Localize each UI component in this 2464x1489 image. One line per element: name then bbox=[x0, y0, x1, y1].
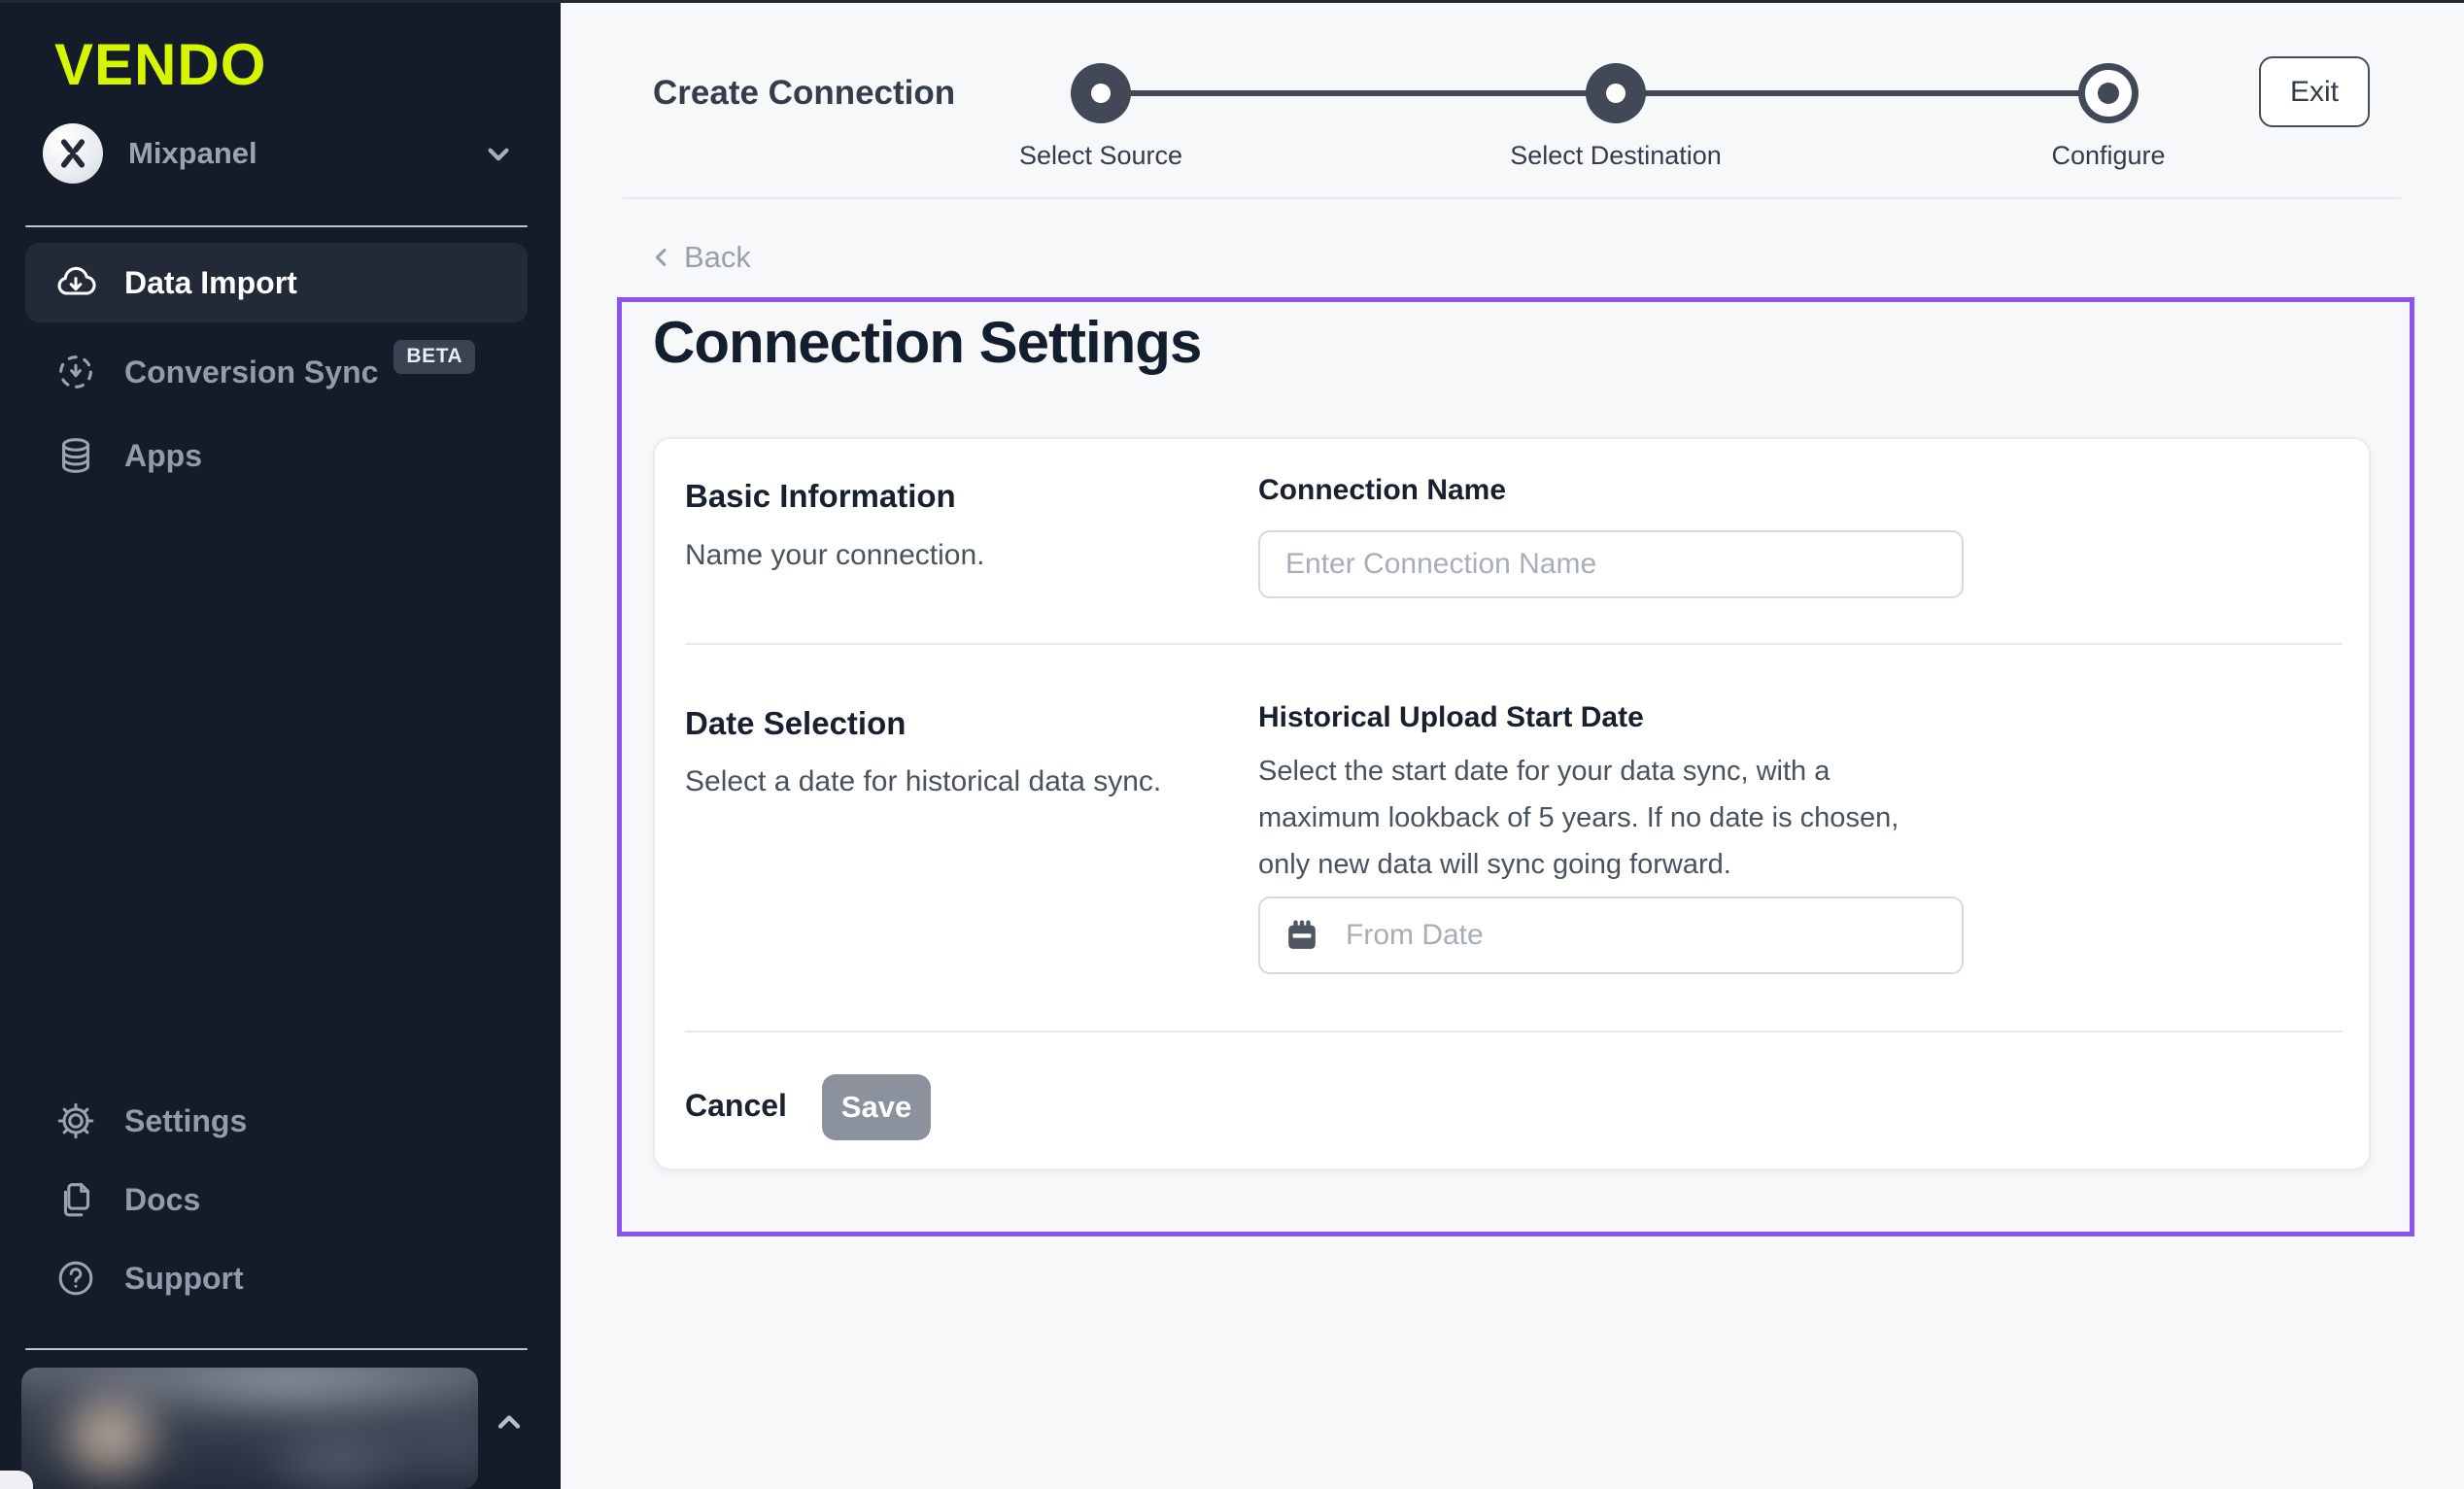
sidebar-item-label: Support bbox=[124, 1261, 244, 1297]
exit-button[interactable]: Exit bbox=[2259, 56, 2370, 127]
blurred-user-info bbox=[21, 1368, 478, 1489]
save-button[interactable]: Save bbox=[822, 1074, 931, 1140]
sidebar-divider bbox=[25, 225, 528, 227]
sidebar-item-label: Conversion Sync bbox=[124, 355, 378, 390]
page-title: Create Connection bbox=[653, 74, 955, 113]
vendo-logo: VENDO bbox=[54, 31, 266, 98]
start-date-label: Historical Upload Start Date bbox=[1258, 701, 1644, 734]
header-divider bbox=[623, 197, 2401, 199]
sidebar-item-label: Apps bbox=[124, 438, 202, 474]
from-date-field bbox=[1258, 897, 1964, 974]
docs-icon bbox=[53, 1177, 98, 1222]
sidebar-item-support[interactable]: Support bbox=[25, 1238, 528, 1318]
database-icon bbox=[53, 433, 98, 478]
workspace-switcher[interactable]: Mixpanel bbox=[43, 123, 519, 184]
cloud-download-icon bbox=[53, 260, 98, 305]
step-label-select-source: Select Source bbox=[1019, 141, 1182, 171]
back-link[interactable]: Back bbox=[649, 240, 751, 275]
chevron-left-icon bbox=[649, 245, 674, 270]
chevron-down-icon bbox=[480, 136, 517, 178]
sidebar-item-label: Settings bbox=[124, 1103, 247, 1139]
basic-info-heading: Basic Information bbox=[685, 478, 956, 515]
section-divider bbox=[685, 1031, 2343, 1032]
sidebar: VENDO Mixpanel bbox=[0, 0, 561, 1489]
connection-name-input[interactable] bbox=[1258, 530, 1964, 598]
step-label-select-destination: Select Destination bbox=[1510, 141, 1722, 171]
sidebar-item-conversion-sync[interactable]: Conversion Sync BETA bbox=[25, 332, 528, 412]
start-date-help-text: Select the start date for your data sync… bbox=[1258, 748, 1948, 888]
settings-card: Basic Information Name your connection. … bbox=[653, 437, 2371, 1170]
window-top-edge bbox=[0, 0, 2464, 3]
sidebar-item-apps[interactable]: Apps bbox=[25, 416, 528, 495]
step-select-source-dot bbox=[1071, 63, 1131, 123]
user-menu[interactable] bbox=[21, 1368, 478, 1489]
from-date-input[interactable] bbox=[1258, 897, 1964, 974]
app-window: VENDO Mixpanel bbox=[0, 0, 2464, 1489]
connection-name-label: Connection Name bbox=[1258, 474, 1506, 507]
basic-info-description: Name your connection. bbox=[685, 539, 985, 572]
sidebar-divider bbox=[25, 1348, 528, 1350]
sidebar-item-settings[interactable]: Settings bbox=[25, 1081, 528, 1161]
workspace-name: Mixpanel bbox=[128, 136, 257, 171]
back-label: Back bbox=[684, 240, 751, 275]
sidebar-item-label: Docs bbox=[124, 1182, 200, 1218]
step-label-configure: Configure bbox=[2051, 141, 2165, 171]
gear-icon bbox=[53, 1099, 98, 1143]
sidebar-item-label: Data Import bbox=[124, 265, 297, 301]
step-select-destination-dot bbox=[1586, 63, 1646, 123]
sidebar-item-docs[interactable]: Docs bbox=[25, 1160, 528, 1239]
connection-settings-title: Connection Settings bbox=[653, 309, 1201, 376]
date-selection-heading: Date Selection bbox=[685, 705, 906, 742]
help-icon bbox=[53, 1256, 98, 1301]
section-divider bbox=[685, 643, 2343, 645]
sync-frame-icon bbox=[53, 350, 98, 394]
beta-badge: BETA bbox=[394, 340, 475, 374]
cancel-button[interactable]: Cancel bbox=[685, 1088, 787, 1124]
mixpanel-logo-icon bbox=[43, 123, 103, 184]
step-configure-dot bbox=[2078, 63, 2139, 123]
chevron-up-icon[interactable] bbox=[490, 1403, 529, 1446]
sidebar-item-data-import[interactable]: Data Import bbox=[25, 243, 528, 322]
date-selection-description: Select a date for historical data sync. bbox=[685, 765, 1161, 798]
